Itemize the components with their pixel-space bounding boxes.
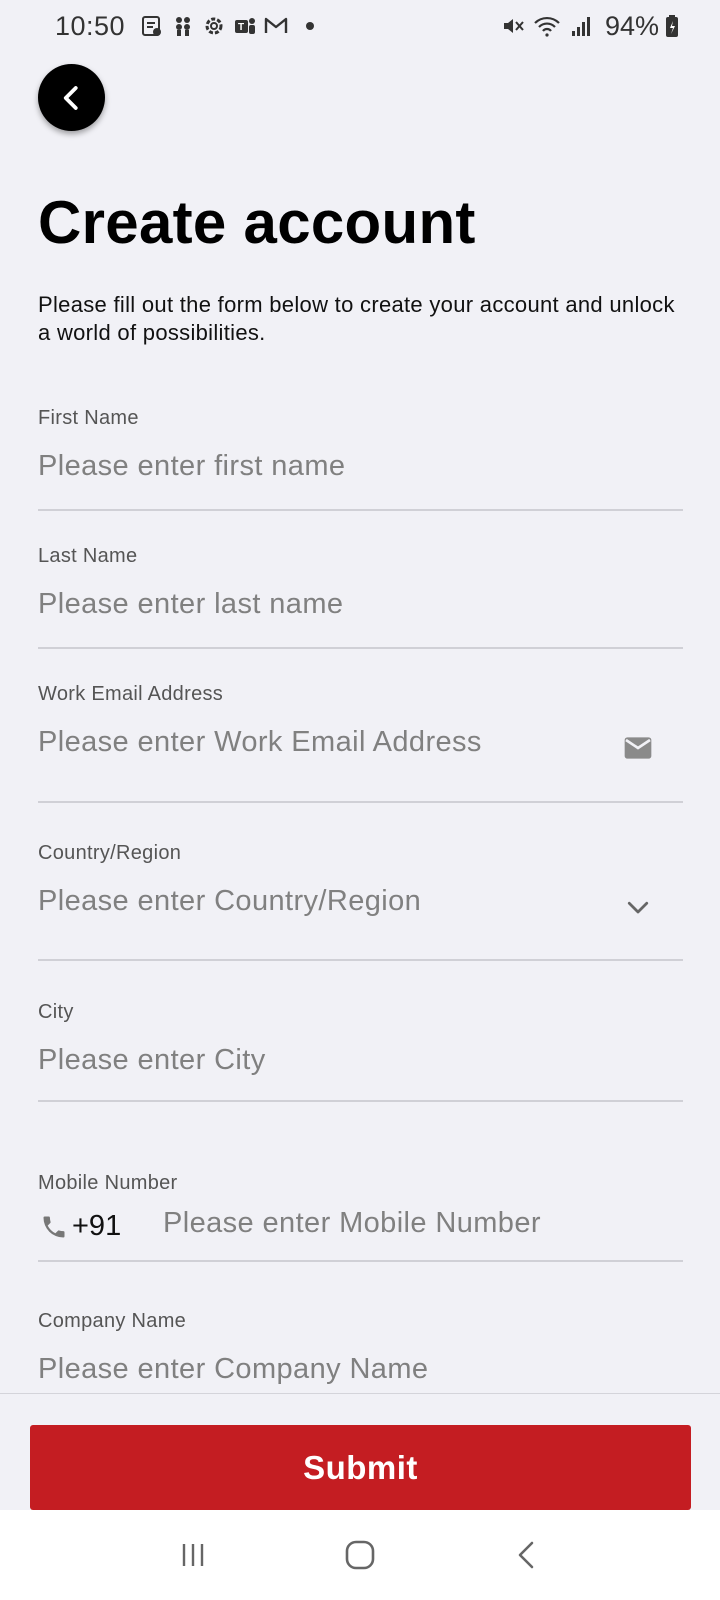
first-name-label: First Name [38, 407, 139, 429]
mobile-number-input[interactable] [163, 1207, 683, 1240]
country-field: Country/Region [38, 842, 683, 961]
chevron-left-icon [63, 85, 78, 110]
teams-icon: T [232, 13, 258, 39]
submit-button[interactable]: Submit [30, 1425, 691, 1510]
company-name-label: Company Name [38, 1310, 187, 1332]
work-email-input[interactable] [38, 726, 598, 759]
city-input[interactable] [38, 1044, 683, 1077]
last-name-label: Last Name [38, 545, 138, 567]
page-title: Create account [38, 189, 476, 256]
home-button[interactable] [330, 1525, 390, 1585]
gmail-icon [263, 13, 289, 39]
city-field: City [38, 1001, 683, 1102]
city-label: City [38, 1001, 74, 1023]
country-label: Country/Region [38, 842, 182, 864]
mobile-number-underline [38, 1260, 683, 1262]
first-name-field: First Name [38, 407, 683, 511]
notification-dot [306, 22, 315, 30]
city-underline [38, 1100, 683, 1102]
recents-button[interactable] [163, 1525, 223, 1585]
country-code-prefix[interactable]: +91 [38, 1210, 121, 1243]
last-name-input[interactable] [38, 588, 683, 621]
first-name-underline [38, 509, 683, 511]
work-email-label: Work Email Address [38, 683, 224, 705]
last-name-underline [38, 647, 683, 649]
page-subtitle: Please fill out the form below to create… [38, 292, 675, 345]
last-name-field: Last Name [38, 545, 683, 649]
svg-text:T: T [238, 22, 244, 33]
wifi-icon [531, 13, 563, 39]
company-name-field: Company Name [38, 1310, 683, 1386]
signal-icon [568, 13, 594, 39]
battery-percentage: 94% [604, 10, 659, 41]
status-left: 10:50 T [55, 10, 315, 42]
work-email-field: Work Email Address [38, 683, 683, 803]
mobile-number-label: Mobile Number [38, 1172, 178, 1194]
back-button[interactable] [38, 64, 105, 131]
form-scroll-area[interactable]: First Name Last Name Work Email Address … [0, 380, 720, 1394]
chevron-down-icon[interactable] [621, 890, 655, 924]
battery-icon [663, 13, 681, 39]
status-time: 10:50 [55, 10, 126, 41]
mobile-number-field: Mobile Number +91 [38, 1172, 683, 1262]
system-back-button[interactable] [497, 1525, 557, 1585]
recents-icon [183, 1544, 204, 1566]
home-icon [345, 1540, 375, 1570]
phone-icon [38, 1211, 70, 1243]
country-underline [38, 959, 683, 961]
mail-icon [621, 731, 655, 765]
notes-icon [139, 13, 165, 39]
work-email-underline [38, 801, 683, 803]
company-name-input[interactable] [38, 1353, 683, 1386]
settings-icon [201, 13, 227, 39]
mute-icon [500, 13, 526, 39]
slack-icon [170, 13, 196, 39]
back-icon [518, 1541, 533, 1569]
system-nav-bar [0, 1510, 720, 1600]
country-select[interactable] [38, 885, 598, 918]
status-right: 94% [500, 11, 686, 42]
status-bar: 10:50 T 94% [0, 0, 720, 52]
country-code: +91 [72, 1210, 122, 1242]
first-name-input[interactable] [38, 450, 683, 483]
